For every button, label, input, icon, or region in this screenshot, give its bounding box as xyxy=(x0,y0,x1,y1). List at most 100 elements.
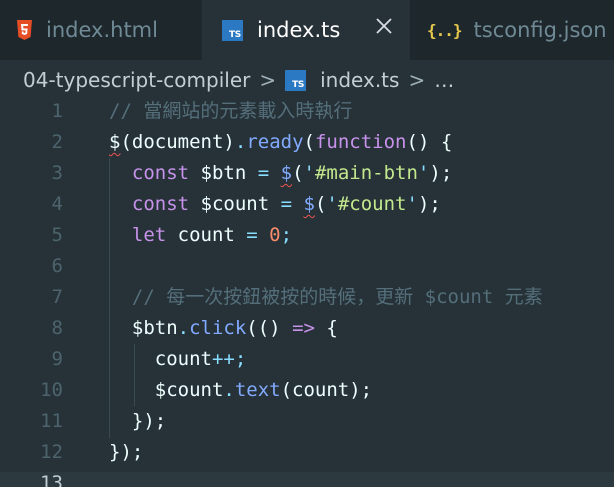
code-token: function xyxy=(314,131,407,153)
code-token: $count xyxy=(109,379,224,401)
editor-tab-bar: index.html TS index.ts {..} tsconfig.jso… xyxy=(0,0,614,60)
code-token: ' xyxy=(417,162,430,184)
tab-label: tsconfig.json xyxy=(473,18,607,42)
code-token-error: $ xyxy=(303,193,315,215)
tab-label: index.html xyxy=(46,18,158,42)
code-token: ready xyxy=(246,131,304,153)
tab-index-ts[interactable]: TS index.ts xyxy=(202,0,410,60)
close-icon[interactable] xyxy=(372,14,396,38)
code-token: }); xyxy=(109,441,144,463)
code-token: $btn xyxy=(200,162,247,184)
typescript-icon: TS xyxy=(285,69,307,91)
code-token: // 每一次按鈕被按的時候，更新 $count 元素 xyxy=(109,286,543,308)
code-token: . xyxy=(223,379,235,401)
typescript-icon: TS xyxy=(222,19,243,41)
code-token: const xyxy=(109,193,201,215)
line-number: 1 xyxy=(51,100,63,122)
code-line[interactable]: 10 $count.text(count); xyxy=(0,375,614,406)
code-token: ; xyxy=(234,348,247,370)
code-token: $count xyxy=(200,193,270,215)
code-token: ; xyxy=(280,224,293,246)
code-token: (count); xyxy=(280,379,373,401)
line-number: 8 xyxy=(51,317,63,339)
code-line[interactable]: 3 const $btn = $('#main-btn'); xyxy=(0,158,614,189)
code-token: (() xyxy=(246,317,293,339)
code-text: $btn.click(() => { xyxy=(109,313,338,344)
code-token: $btn xyxy=(109,317,178,339)
code-text: }); xyxy=(109,437,143,468)
code-token: ' xyxy=(303,162,315,184)
code-token: = xyxy=(234,224,270,246)
tab-index-html[interactable]: index.html xyxy=(0,0,202,60)
code-text: $count.text(count); xyxy=(109,375,372,406)
code-token: document xyxy=(131,131,224,153)
code-text: let count = 0; xyxy=(109,220,292,251)
code-token: #main-btn xyxy=(314,162,418,184)
tab-tsconfig-json[interactable]: {..} tsconfig.json xyxy=(410,0,614,60)
code-token: = xyxy=(269,193,304,215)
breadcrumb-file[interactable]: index.ts xyxy=(320,68,399,92)
code-token: 0 xyxy=(269,224,281,246)
code-token: ' xyxy=(406,193,418,215)
line-number: 9 xyxy=(51,348,63,370)
breadcrumb-separator: > xyxy=(259,68,277,92)
code-text: $(document).ready(function() { xyxy=(109,127,452,158)
code-line[interactable]: 5 let count = 0; xyxy=(0,220,614,251)
code-line[interactable]: 4 const $count = $('#count'); xyxy=(0,189,614,220)
code-token: ); xyxy=(429,162,453,184)
code-text: count++; xyxy=(109,344,247,375)
code-line[interactable]: 13 xyxy=(0,468,614,487)
code-token: let xyxy=(109,224,178,246)
code-token: => xyxy=(292,317,315,339)
code-token: // 當網站的元素載入時執行 xyxy=(109,100,353,122)
code-text: // 每一次按鈕被按的時候，更新 $count 元素 xyxy=(109,282,543,313)
breadcrumb-separator: > xyxy=(408,68,426,92)
breadcrumb-symbols[interactable]: … xyxy=(434,68,454,92)
code-token: count xyxy=(109,348,212,370)
code-token: }); xyxy=(109,410,167,432)
breadcrumb-folder[interactable]: 04-typescript-compiler xyxy=(23,68,250,92)
code-line[interactable]: 12}); xyxy=(0,437,614,468)
line-number: 10 xyxy=(40,379,63,401)
line-number: 7 xyxy=(51,286,63,308)
line-number: 3 xyxy=(51,162,63,184)
code-token: . xyxy=(234,131,247,153)
code-line[interactable]: 6 xyxy=(0,251,614,282)
code-token: = xyxy=(246,162,281,184)
line-number: 13 xyxy=(40,472,63,487)
code-token: count xyxy=(177,224,235,246)
html5-icon xyxy=(17,20,32,40)
code-text: const $btn = $('#main-btn'); xyxy=(109,158,452,189)
code-text: const $count = $('#count'); xyxy=(109,189,441,220)
tab-label: index.ts xyxy=(257,18,341,42)
code-line[interactable]: 11 }); xyxy=(0,406,614,437)
json-braces-icon: {..} xyxy=(427,20,463,40)
code-token: ' xyxy=(326,193,338,215)
code-token: ) xyxy=(223,131,235,153)
code-token: ++ xyxy=(211,348,235,370)
line-number: 4 xyxy=(51,193,63,215)
code-line[interactable]: 9 count++; xyxy=(0,344,614,375)
code-line[interactable]: 2 $(document).ready(function() { xyxy=(0,127,614,158)
line-number: 5 xyxy=(51,224,63,246)
line-number: 6 xyxy=(51,255,63,277)
line-number: 12 xyxy=(40,441,63,463)
code-text: }); xyxy=(109,406,166,437)
code-line[interactable]: 1 // 當網站的元素載入時執行 xyxy=(0,96,614,127)
line-number: 11 xyxy=(40,410,63,432)
line-number: 2 xyxy=(51,131,63,153)
code-editor[interactable]: 1// 當網站的元素載入時執行 2 $(document).ready(functi… xyxy=(0,96,614,487)
code-token: #count xyxy=(337,193,407,215)
code-token: ); xyxy=(417,193,441,215)
code-token: { xyxy=(314,317,338,339)
code-text: // 當網站的元素載入時執行 xyxy=(109,96,352,127)
code-line[interactable]: 7 // 每一次按鈕被按的時候，更新 $count 元素 xyxy=(0,282,614,313)
code-token: ( xyxy=(314,193,327,215)
code-token-error: $ xyxy=(280,162,293,184)
code-line[interactable]: 8 $btn.click(() => { xyxy=(0,313,614,344)
code-token: const xyxy=(109,162,201,184)
code-token: . xyxy=(177,317,190,339)
code-token: ( xyxy=(292,162,304,184)
code-token: ( xyxy=(303,131,315,153)
breadcrumb: 04-typescript-compiler > TS index.ts > … xyxy=(23,64,454,96)
